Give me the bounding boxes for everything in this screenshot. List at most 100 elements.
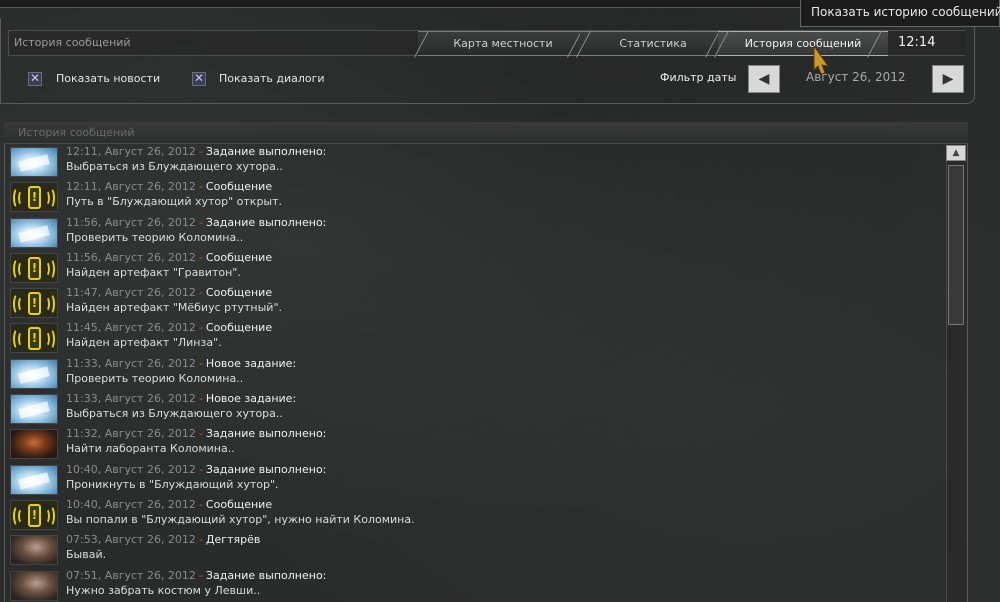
message-text: Проверить теорию Коломина.. [66, 371, 244, 385]
message-header: 10:40, Август 26, 2012- Задание выполнено… [66, 463, 326, 476]
message-row: ! 11:56, Август 26, 2012- Сообщение Найден … [8, 251, 943, 286]
message-row: ! 11:47, Август 26, 2012- Сообщение Найден … [8, 286, 943, 321]
message-type: Задание выполнено: [205, 427, 327, 441]
pda-icon: ! [10, 499, 58, 530]
show-news-checkbox[interactable]: ✕ [28, 72, 42, 86]
clock: 12:14 [898, 35, 936, 50]
message-type: Дегтярёв [205, 533, 261, 547]
message-row: 12:11, Август 26, 2012- Задание выполнено… [8, 145, 943, 180]
message-time: 12:11, Август 26, 2012 [66, 145, 196, 158]
message-separator: - [198, 568, 203, 582]
message-text: Вы попали в "Блуждающий хутор", нужно на… [66, 512, 415, 526]
message-type: Сообщение [205, 180, 273, 194]
message-time: 11:33, Август 26, 2012 [66, 356, 196, 370]
show-dialogs-label: Показать диалоги [219, 72, 325, 85]
message-type: Новое задание: [205, 392, 297, 406]
message-time: 12:11, Август 26, 2012 [66, 180, 196, 194]
tab-message-history-label: История сообщений [744, 37, 862, 50]
map-icon [10, 217, 58, 248]
message-time: 10:40, Август 26, 2012 [66, 497, 196, 511]
message-time: 11:47, Август 26, 2012 [66, 286, 196, 300]
message-row: 10:40, Август 26, 2012- Задание выполнено… [8, 463, 943, 498]
message-type: Задание выполнено: [205, 568, 327, 582]
message-type: Сообщение [205, 497, 273, 511]
map-icon [10, 464, 58, 495]
message-list-header [4, 122, 968, 144]
tab-statistics-label: Статистика [619, 37, 687, 50]
message-type: Задание выполнено: [205, 215, 327, 229]
message-header: 10:40, Август 26, 2012- Сообщение [66, 498, 272, 511]
scroll-up-button[interactable]: ▲ [946, 145, 966, 161]
next-date-button[interactable]: ▶ [932, 65, 964, 93]
scrollbar-thumb[interactable] [948, 165, 964, 325]
message-separator: - [198, 145, 203, 158]
message-text: Найден артефакт "Мёбиус ртутный". [66, 301, 283, 315]
message-separator: - [198, 427, 203, 441]
message-time: 11:56, Август 26, 2012 [66, 250, 196, 264]
message-type: Задание выполнено: [205, 145, 327, 158]
message-time: 10:40, Август 26, 2012 [66, 462, 196, 476]
portrait-icon [10, 535, 58, 566]
message-separator: - [198, 180, 203, 194]
message-separator: - [198, 321, 203, 335]
message-header: 11:33, Август 26, 2012- Новое задание: [66, 357, 296, 370]
tab-statistics[interactable]: Статистика [580, 31, 726, 56]
tab-message-history[interactable]: История сообщений [718, 31, 888, 56]
message-text: Проникнуть в "Блуждающий хутор". [66, 477, 279, 491]
message-row: ! 11:45, Август 26, 2012- Сообщение Найден … [8, 321, 943, 356]
message-header: 11:45, Август 26, 2012- Сообщение [66, 321, 272, 334]
tooltip-text: Показать историю сообщений [811, 5, 1000, 19]
date-filter-label: Фильтр даты [660, 71, 737, 84]
message-type: Сообщение [205, 286, 273, 300]
message-row: 11:56, Август 26, 2012- Задание выполнено… [8, 216, 943, 251]
message-header: 11:47, Август 26, 2012- Сообщение [66, 286, 272, 299]
pda-icon: ! [10, 288, 58, 319]
lab-portrait-icon [10, 429, 58, 460]
message-text: Нужно забрать костюм у Левши.. [66, 583, 261, 597]
message-text: Выбраться из Блуждающего хутора.. [66, 160, 283, 173]
tab-map[interactable]: Карта местности [418, 31, 588, 56]
message-type: Новое задание: [205, 356, 297, 370]
message-type: Сообщение [205, 250, 273, 264]
message-separator: - [198, 356, 203, 370]
message-text: Найти лаборанта Коломина.. [66, 442, 235, 456]
message-separator: - [198, 497, 203, 511]
message-separator: - [198, 215, 203, 229]
message-separator: - [198, 462, 203, 476]
message-time: 11:56, Август 26, 2012 [66, 215, 196, 229]
map-icon [10, 147, 58, 177]
message-header: 07:51, Август 26, 2012- Задание выполнено… [66, 569, 326, 582]
message-list-title: История сообщений [18, 126, 135, 139]
message-row: ! 12:11, Август 26, 2012- Сообщение Путь в … [8, 180, 943, 215]
message-header: 12:11, Август 26, 2012- Задание выполнено… [66, 145, 326, 158]
chevron-right-icon: ▶ [942, 71, 954, 87]
tab-map-label: Карта местности [453, 37, 553, 50]
message-header: 11:32, Август 26, 2012- Задание выполнено… [66, 427, 326, 440]
message-row: ! 10:40, Август 26, 2012- Сообщение Вы попа… [8, 498, 943, 533]
portrait-icon [10, 570, 58, 601]
map-icon [10, 358, 58, 389]
message-header: 07:53, Август 26, 2012- Дегтярёв [66, 533, 260, 546]
message-separator: - [198, 286, 203, 300]
header-title: История сообщений [14, 36, 131, 49]
arrow-up-icon: ▲ [952, 148, 960, 158]
message-time: 11:33, Август 26, 2012 [66, 392, 196, 406]
message-time: 07:53, Август 26, 2012 [66, 533, 196, 547]
message-text: Выбраться из Блуждающего хутора.. [66, 407, 283, 421]
message-row: 07:51, Август 26, 2012- Задание выполнено… [8, 569, 943, 602]
message-type: Сообщение [205, 321, 273, 335]
message-separator: - [198, 392, 203, 406]
prev-date-button[interactable]: ◀ [748, 65, 780, 93]
message-header: 11:33, Август 26, 2012- Новое задание: [66, 392, 296, 405]
tooltip: Показать историю сообщений [800, 0, 1000, 27]
message-text: Проверить теорию Коломина.. [66, 230, 244, 244]
show-dialogs-checkbox[interactable]: ✕ [192, 72, 206, 86]
pda-icon: ! [10, 323, 58, 354]
map-icon [10, 394, 58, 425]
message-time: 07:51, Август 26, 2012 [66, 568, 196, 582]
show-news-label: Показать новости [56, 72, 161, 85]
cursor-icon [813, 44, 830, 74]
pda-icon: ! [10, 182, 58, 213]
message-header: 11:56, Август 26, 2012- Задание выполнено… [66, 216, 326, 229]
message-list: 12:11, Август 26, 2012- Задание выполнено… [8, 145, 943, 602]
